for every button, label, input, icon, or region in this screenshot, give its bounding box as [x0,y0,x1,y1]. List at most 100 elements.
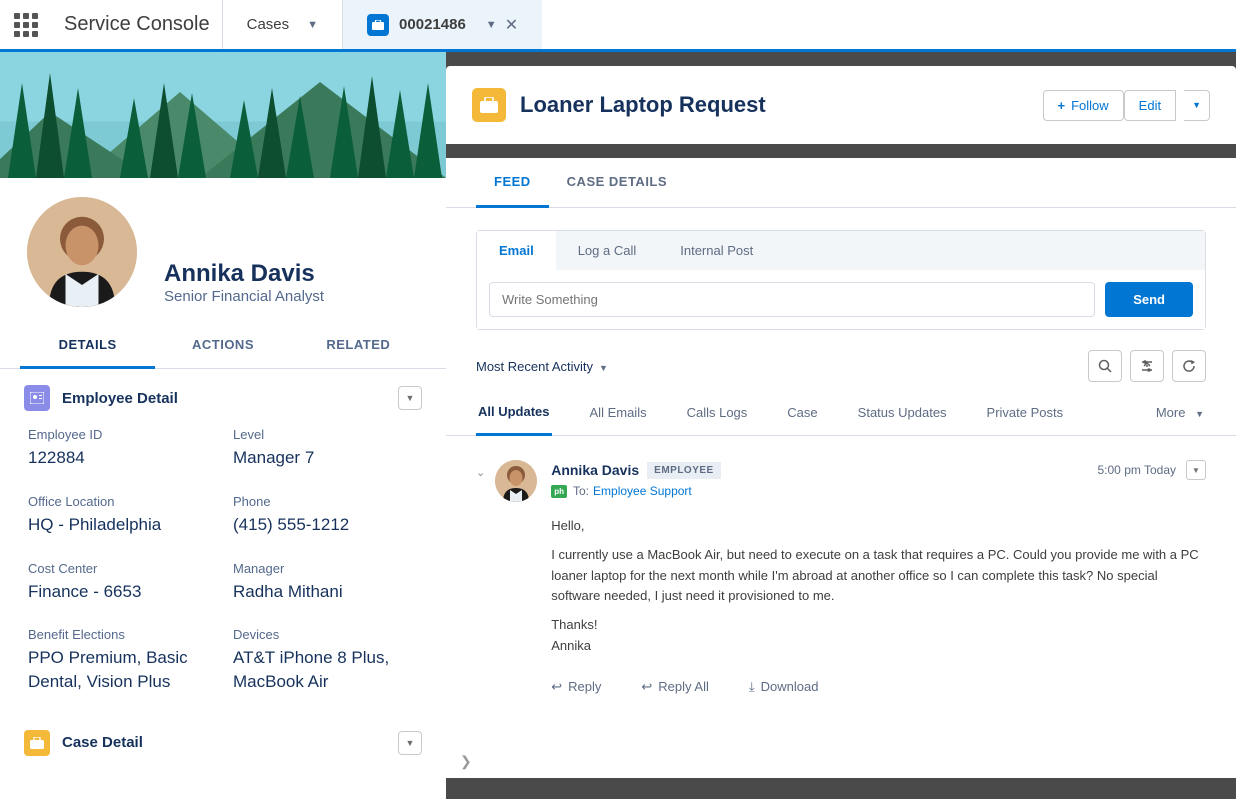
field-value: HQ - Philadelphia [28,513,213,537]
left-pane: Annika Davis Senior Financial Analyst DE… [0,52,446,799]
section-title: Case Detail [62,734,143,751]
field-value: Radha Mithani [233,580,418,604]
feed-item-menu[interactable]: ▼ [1186,460,1206,480]
filter-case[interactable]: Case [785,391,819,434]
feed-author[interactable]: Annika Davis [551,462,639,478]
compose-input[interactable] [489,282,1095,317]
field-label: Office Location [28,494,213,509]
filter-icon [1140,359,1154,373]
download-icon: ⤓ [749,679,755,695]
field-label: Level [233,427,418,442]
search-feed-button[interactable] [1088,350,1122,382]
section-menu-button[interactable]: ▼ [398,731,422,755]
download-button[interactable]: ⤓Download [749,679,819,695]
send-button[interactable]: Send [1105,282,1193,317]
workspace-tab-active[interactable]: 00021486 ▼ ✕ [342,0,542,49]
field-value: (415) 555-1212 [233,513,418,537]
plus-icon: + [1058,98,1066,113]
contact-icon [24,385,50,411]
filter-all-emails[interactable]: All Emails [588,391,649,434]
tab-related[interactable]: RELATED [291,323,426,368]
case-icon [24,730,50,756]
expand-item-button[interactable]: ⌄ [476,460,485,695]
feed-filter-row: Most Recent Activity▼ [446,330,1236,390]
tab-actions[interactable]: ACTIONS [155,323,290,368]
feed-timestamp: 5:00 pm Today [1098,463,1177,477]
follow-button[interactable]: +Follow [1043,90,1124,121]
field-value: Finance - 6653 [28,580,213,604]
reply-all-button[interactable]: ↩Reply All [641,679,708,695]
recipient-link[interactable]: Employee Support [593,484,692,498]
filter-status-updates[interactable]: Status Updates [856,391,949,434]
employee-detail-header: Employee Detail ▼ [0,369,446,421]
chevron-down-icon: ▼ [307,19,318,31]
more-actions-button[interactable]: ▼ [1184,90,1210,121]
refresh-icon [1182,359,1196,373]
chevron-down-icon: ▼ [599,363,608,373]
case-icon [472,88,506,122]
feed-card: FEED CASE DETAILS Email Log a Call Inter… [446,158,1236,778]
field-value: AT&T iPhone 8 Plus, MacBook Air [233,646,418,694]
field-label: Benefit Elections [28,627,213,642]
profile-banner [0,52,446,178]
composer-tab-log-call[interactable]: Log a Call [556,231,659,270]
chevron-down-icon[interactable]: ▼ [486,19,497,31]
field-label: Phone [233,494,418,509]
feed-item: ⌄ Annika Davis EMPLOYEE 5:00 pm Today ▼ … [446,436,1236,709]
feed-sort[interactable]: Most Recent Activity▼ [476,359,608,374]
field-label: Devices [233,627,418,642]
filter-private-posts[interactable]: Private Posts [985,391,1066,434]
feed-message: Hello, I currently use a MacBook Air, bu… [551,516,1206,657]
profile-tabs: DETAILS ACTIONS RELATED [0,323,446,369]
case-sub-tabs: FEED CASE DETAILS [446,158,1236,208]
field-label: Employee ID [28,427,213,442]
section-title: Employee Detail [62,390,178,407]
chevron-down-icon: ▼ [1192,100,1201,110]
phone-badge-icon: ph [551,485,567,498]
feed-settings-button[interactable] [1130,350,1164,382]
profile-name: Annika Davis [164,260,446,288]
filter-more[interactable]: More ▼ [1154,391,1206,434]
edit-button[interactable]: Edit [1124,90,1176,121]
reply-icon: ↩ [551,679,562,695]
tab-details[interactable]: DETAILS [20,323,155,369]
field-label: Cost Center [28,561,213,576]
app-launcher-icon [14,13,38,37]
case-title: Loaner Laptop Request [520,92,1043,118]
feed-recipient: ph To: Employee Support [551,484,1206,498]
filter-calls-logs[interactable]: Calls Logs [685,391,750,434]
app-launcher[interactable] [0,0,52,49]
reply-all-icon: ↩ [641,679,652,695]
feed-avatar [495,460,537,502]
tab-case-number: 00021486 [399,16,466,33]
section-menu-button[interactable]: ▼ [398,386,422,410]
nav-item-label: Cases [247,16,290,33]
expand-panel-button[interactable]: ❯ [460,753,472,770]
app-name: Service Console [52,0,222,49]
close-icon[interactable]: ✕ [505,15,518,35]
right-pane: Loaner Laptop Request +Follow Edit ▼ FEE… [446,52,1236,799]
feed-actions: ↩Reply ↩Reply All ⤓Download [551,679,1206,695]
chevron-down-icon: ▼ [1195,409,1204,419]
refresh-button[interactable] [1172,350,1206,382]
employee-badge: EMPLOYEE [647,462,721,479]
case-icon [367,14,389,36]
filter-all-updates[interactable]: All Updates [476,390,552,436]
case-detail-header: Case Detail ▼ [0,714,446,766]
composer: Email Log a Call Internal Post Send [476,230,1206,330]
tab-case-details[interactable]: CASE DETAILS [549,158,685,207]
field-label: Manager [233,561,418,576]
top-nav-bar: Service Console Cases ▼ 00021486 ▼ ✕ [0,0,1236,52]
search-icon [1098,359,1112,373]
composer-tab-email[interactable]: Email [477,231,556,270]
employee-fields: Employee ID122884 LevelManager 7 Office … [0,421,446,714]
nav-item-cases[interactable]: Cases ▼ [222,0,342,49]
composer-tab-internal-post[interactable]: Internal Post [658,231,775,270]
profile-avatar [22,192,142,312]
feed-filter-tabs: All Updates All Emails Calls Logs Case S… [446,390,1236,436]
profile-title: Senior Financial Analyst [164,288,446,305]
field-value: Manager 7 [233,446,418,470]
tab-feed[interactable]: FEED [476,158,549,208]
reply-button[interactable]: ↩Reply [551,679,601,695]
field-value: PPO Premium, Basic Dental, Vision Plus [28,646,213,694]
